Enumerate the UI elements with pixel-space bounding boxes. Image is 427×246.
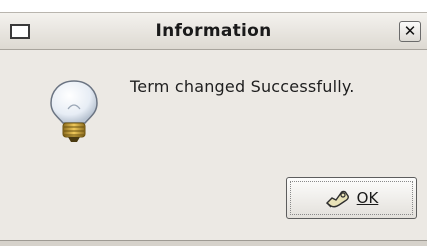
ok-button-label: OK	[356, 189, 379, 207]
dialog-body: Term changed Successfully. OK	[0, 50, 427, 240]
window-bottom-border	[0, 240, 427, 246]
title-bar[interactable]: Information ✕	[0, 12, 427, 50]
lightbulb-icon	[50, 80, 98, 142]
ok-button[interactable]: OK	[286, 177, 417, 219]
information-dialog: Information ✕ Term changed Successfully.…	[0, 0, 427, 246]
close-button[interactable]: ✕	[399, 21, 421, 42]
ok-hand-icon	[325, 190, 349, 208]
close-icon: ✕	[403, 22, 417, 40]
window-title: Information	[155, 21, 272, 41]
dialog-message: Term changed Successfully.	[130, 77, 355, 96]
